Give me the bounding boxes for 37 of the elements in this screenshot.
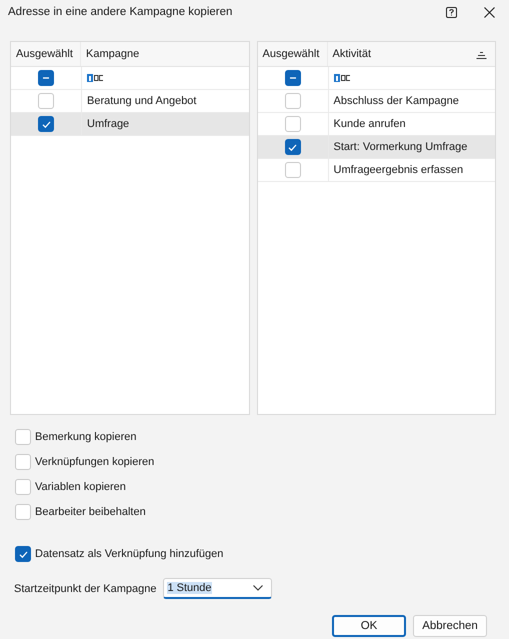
checkbox[interactable] — [38, 70, 54, 86]
checkbox[interactable] — [38, 116, 54, 132]
table-cell: Beratung und Angebot — [87, 95, 196, 107]
table-cell: Umfrage — [87, 118, 130, 130]
table-row[interactable]: Umfrageergebnis erfassen — [258, 159, 495, 182]
table-row[interactable]: Start: Vormerkung Umfrage — [258, 136, 495, 159]
option-label[interactable]: Variablen kopieren — [35, 481, 126, 493]
table-row[interactable]: Abschluss der Kampagne — [258, 90, 495, 113]
option-label[interactable]: Bemerkung kopieren — [35, 431, 137, 443]
table-row[interactable]: Kunde anrufen — [258, 113, 495, 136]
close-icon[interactable] — [484, 6, 495, 18]
checkbox[interactable] — [15, 546, 31, 562]
chevron-down-icon — [253, 585, 264, 591]
option-label[interactable]: Datensatz als Verknüpfung hinzufügen — [35, 548, 224, 560]
table-row[interactable]: Umfrage — [11, 113, 248, 136]
option-label[interactable]: Verknüpfungen kopieren — [35, 456, 154, 468]
help-icon[interactable] — [446, 6, 457, 18]
checkbox[interactable] — [284, 139, 300, 155]
column-header[interactable]: Ausgewählt — [262, 48, 320, 60]
dialog-button[interactable]: Abbrechen — [413, 615, 487, 637]
table-cell: Umfrageergebnis erfassen — [334, 164, 464, 176]
table-cell: Abschluss der Kampagne — [334, 95, 459, 107]
dialog-button[interactable]: OK — [332, 615, 406, 637]
dropdown[interactable]: 1 Stunde — [163, 578, 272, 599]
sort-icon[interactable] — [476, 51, 487, 59]
text-filter-icon[interactable] — [87, 74, 104, 82]
option-label[interactable]: Bearbeiter beibehalten — [35, 506, 146, 518]
window-title: Adresse in eine andere Kampagne kopieren — [8, 6, 234, 18]
column-header[interactable]: Aktivität — [332, 48, 372, 60]
table-cell: Start: Vormerkung Umfrage — [334, 141, 468, 153]
checkbox[interactable] — [284, 70, 300, 86]
field-label: Startzeitpunkt der Kampagne — [14, 582, 156, 594]
column-header[interactable]: Ausgewählt — [16, 48, 73, 60]
column-header[interactable]: Kampagne — [86, 48, 140, 60]
table-row[interactable]: Beratung und Angebot — [11, 90, 248, 113]
text-filter-icon[interactable] — [334, 74, 350, 82]
table-cell: Kunde anrufen — [334, 118, 406, 130]
